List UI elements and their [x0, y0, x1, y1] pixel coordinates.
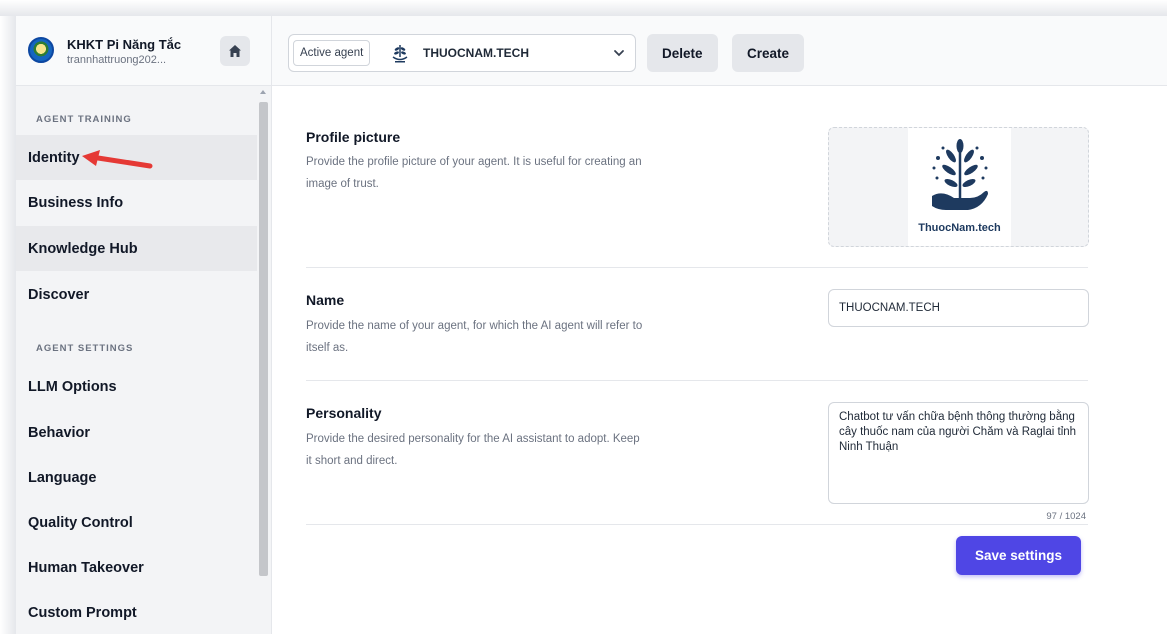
personality-description: Provide the desired personality for the … — [306, 433, 640, 467]
sidebar-item-human-takeover[interactable]: Human Takeover — [16, 545, 257, 590]
personality-title: Personality — [306, 405, 382, 421]
name-description: Provide the name of your agent, for whic… — [306, 320, 643, 354]
profile-picture-image: ThuocNam.tech — [908, 128, 1011, 246]
sidebar-item-business-info[interactable]: Business Info — [16, 180, 257, 225]
sidebar-item-language[interactable]: Language — [16, 455, 257, 500]
scroll-up-arrow-icon[interactable] — [260, 90, 266, 94]
delete-button[interactable]: Delete — [647, 34, 718, 72]
active-agent-select[interactable]: Active agent THUOCNAM.TECH — [288, 34, 636, 72]
sidebar-item-label: Quality Control — [28, 514, 133, 531]
divider — [306, 524, 1088, 525]
sidebar-item-label: Discover — [28, 286, 90, 303]
sidebar-item-knowledge-hub[interactable]: Knowledge Hub — [16, 226, 257, 271]
create-button[interactable]: Create — [732, 34, 805, 72]
sidebar-item-custom-prompt[interactable]: Custom Prompt — [16, 590, 257, 634]
window-shadow-top — [0, 0, 1167, 16]
sidebar-item-behavior[interactable]: Behavior — [16, 410, 257, 455]
profile-picture-upload[interactable]: ThuocNam.tech — [828, 127, 1089, 247]
top-bar: Active agent THUOCNAM.TECH Delete Create — [272, 16, 1167, 86]
active-agent-name: THUOCNAM.TECH — [423, 46, 529, 60]
sidebar-item-label: Behavior — [28, 424, 91, 441]
home-icon — [229, 45, 241, 57]
profile-picture-description: Provide the profile picture of your agen… — [306, 156, 642, 190]
sidebar-item-label: LLM Options — [28, 378, 117, 395]
org-logo — [28, 37, 54, 63]
sidebar-item-label: Knowledge Hub — [28, 240, 138, 257]
org-user: trannhattruong202... — [67, 54, 167, 66]
sidebar-item-llm-options[interactable]: LLM Options — [16, 364, 257, 409]
chevron-down-icon — [614, 50, 624, 57]
character-counter: 97 / 1024 — [1046, 511, 1086, 522]
name-title: Name — [306, 292, 345, 308]
profile-picture-title: Profile picture — [306, 129, 401, 145]
active-agent-label: Active agent — [293, 40, 371, 66]
home-button[interactable] — [220, 36, 250, 66]
personality-textarea[interactable]: Chatbot tư vấn chữa bệnh thông thường bằ… — [828, 402, 1089, 504]
sidebar-item-label: Custom Prompt — [28, 604, 137, 621]
agent-name-input[interactable] — [828, 289, 1089, 327]
window-shadow-left — [0, 16, 16, 634]
divider — [306, 380, 1088, 381]
sidebar-item-label: Identity — [28, 149, 80, 166]
sidebar-header: KHKT Pi Năng Tắc trannhattruong202... — [16, 16, 271, 86]
divider — [306, 267, 1088, 268]
sidebar-item-label: Business Info — [28, 194, 124, 211]
sidebar-item-label: Language — [28, 469, 97, 486]
org-name: KHKT Pi Năng Tắc — [67, 37, 182, 52]
sidebar-item-quality-control[interactable]: Quality Control — [16, 500, 257, 545]
sidebar-scroll-thumb[interactable] — [259, 102, 268, 576]
sidebar-item-label: Human Takeover — [28, 559, 144, 576]
sidebar-item-discover[interactable]: Discover — [16, 272, 257, 317]
agent-logo-icon — [392, 44, 408, 63]
identity-settings-panel: Profile picture Provide the profile pict… — [272, 87, 1167, 634]
section-agent-training: AGENT TRAINING — [36, 114, 132, 125]
profile-picture-caption: ThuocNam.tech — [918, 222, 1001, 234]
save-settings-button[interactable]: Save settings — [956, 536, 1081, 575]
section-agent-settings: AGENT SETTINGS — [36, 343, 134, 354]
sidebar: KHKT Pi Năng Tắc trannhattruong202... AG… — [16, 16, 272, 634]
red-annotation-arrow-icon — [82, 150, 153, 169]
herb-hand-logo-icon — [932, 139, 988, 210]
